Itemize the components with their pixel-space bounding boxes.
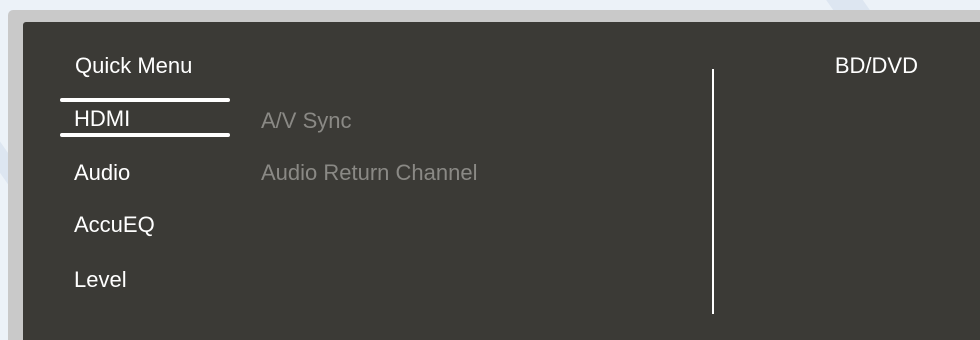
selection-top-line <box>60 98 230 102</box>
input-source-label: BD/DVD <box>834 53 918 78</box>
menu-title: Quick Menu <box>75 53 193 78</box>
panel-divider <box>712 69 714 314</box>
menu-item-accueq[interactable]: AccuEQ <box>74 212 155 238</box>
menu-item-audio[interactable]: Audio <box>74 160 130 186</box>
submenu-item-av-sync[interactable]: A/V Sync <box>261 108 351 134</box>
menu-item-hdmi[interactable]: HDMI <box>74 106 130 132</box>
selection-bottom-line <box>60 133 230 137</box>
quick-menu-panel: Quick Menu HDMI Audio AccuEQ Level A/V S… <box>23 22 980 340</box>
menu-item-level[interactable]: Level <box>74 267 127 293</box>
submenu-item-audio-return-channel[interactable]: Audio Return Channel <box>261 160 477 186</box>
